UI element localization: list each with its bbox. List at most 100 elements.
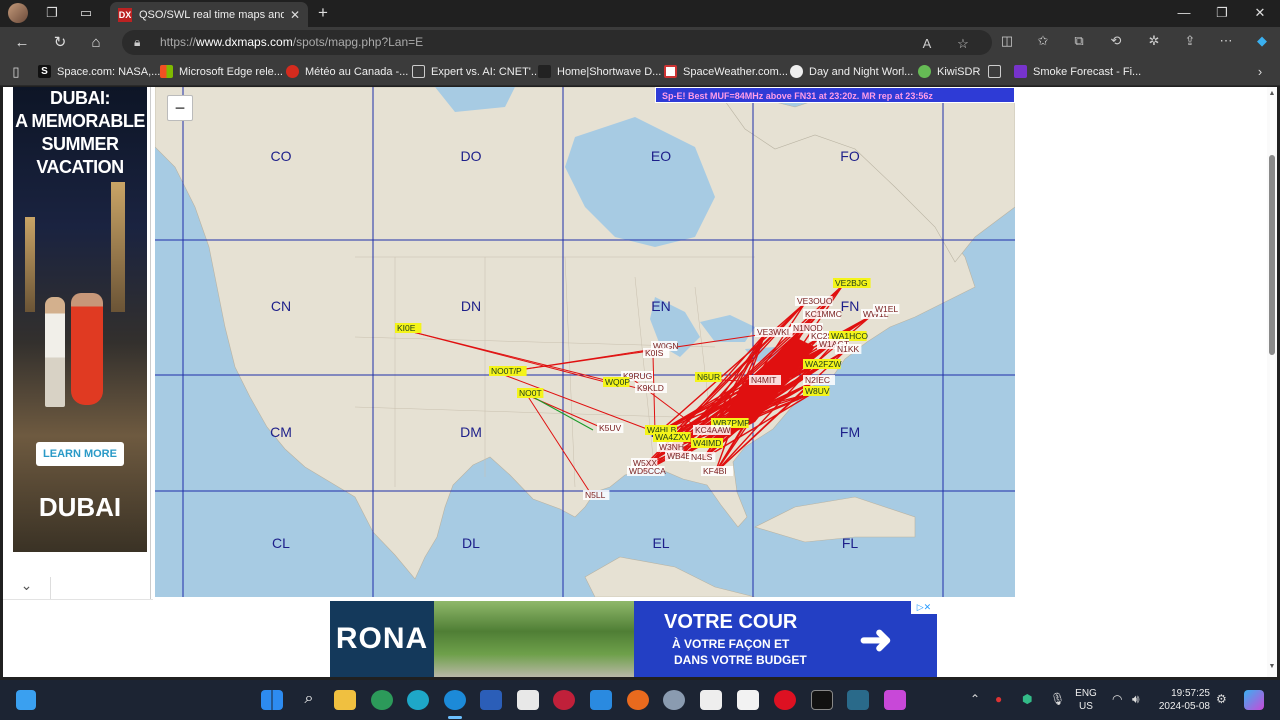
- volume-icon[interactable]: 🔊︎: [1132, 692, 1140, 707]
- tray-app-icon[interactable]: ⬢: [1022, 692, 1032, 706]
- lock-icon[interactable]: 🔒︎: [134, 35, 140, 50]
- dubai-ad[interactable]: DUBAI: A MEMORABLE SUMMER VACATION LEARN…: [13, 87, 147, 552]
- station-label[interactable]: K5UV: [597, 423, 624, 433]
- bookmark-item[interactable]: SpaceWeather.com...: [664, 65, 788, 78]
- system-clock[interactable]: 19:57:25 2024-05-08: [1152, 687, 1210, 713]
- app-icon[interactable]: [884, 690, 906, 710]
- station-label[interactable]: WD5CCA: [627, 466, 666, 476]
- edge-dev-icon[interactable]: [371, 690, 393, 710]
- copilot-icon[interactable]: ◆: [1253, 33, 1271, 49]
- start-icon[interactable]: [261, 690, 283, 710]
- app-icon[interactable]: [737, 690, 759, 710]
- station-label[interactable]: WQ0P: [603, 377, 630, 387]
- station-label[interactable]: N4MIT: [749, 375, 781, 385]
- new-tab-icon[interactable]: +: [318, 3, 328, 23]
- map-canvas[interactable]: CODOEOFOCNDNENFNCMDMEMFMCLDLELFL VE2BJGV…: [155, 87, 1015, 597]
- station-label[interactable]: KC1MMC: [803, 309, 842, 319]
- microphone-icon[interactable]: 🎙︎: [1050, 692, 1065, 706]
- station-label[interactable]: VE3OUO: [795, 296, 833, 306]
- tray-app-icon[interactable]: ●: [995, 692, 1002, 706]
- bookmark-item[interactable]: Expert vs. AI: CNET'...: [412, 65, 540, 78]
- refresh-icon[interactable]: ↻: [50, 33, 70, 53]
- back-icon[interactable]: ←: [12, 33, 32, 53]
- station-label[interactable]: N2IEC: [803, 375, 835, 385]
- bookmark-item[interactable]: Day and Night Worl...: [790, 65, 913, 78]
- settings-gear-icon[interactable]: [663, 690, 685, 710]
- bookmark-item[interactable]: KiwiSDR: [918, 65, 980, 78]
- profile-avatar[interactable]: [8, 3, 28, 23]
- opera-icon[interactable]: [774, 690, 796, 710]
- bookmark-item[interactable]: S Space.com: NASA,...: [38, 65, 160, 78]
- close-tab-icon[interactable]: ✕: [290, 8, 300, 22]
- station-label[interactable]: WB4E: [665, 451, 691, 461]
- dx-map[interactable]: CODOEOFOCNDNENFNCMDMEMFMCLDLELFL VE2BJGV…: [155, 87, 1015, 597]
- bookmark-item[interactable]: Smoke Forecast - Fi...: [1014, 65, 1141, 78]
- app-icon[interactable]: [553, 690, 575, 710]
- chevron-up-icon[interactable]: ⌃: [970, 692, 980, 706]
- station-label[interactable]: W1EL: [873, 304, 900, 314]
- adchoices-icon[interactable]: ▷✕: [911, 601, 937, 614]
- read-aloud-icon[interactable]: A: [918, 36, 936, 51]
- rona-ad[interactable]: RONA VOTRE COUR À VOTRE FAÇON ET DANS VO…: [330, 601, 937, 677]
- favorite-star-icon[interactable]: ☆: [954, 36, 972, 52]
- split-screen-icon[interactable]: ◫: [998, 33, 1016, 49]
- station-label[interactable]: KF4BI: [701, 466, 733, 476]
- copilot-taskbar-icon[interactable]: [1244, 690, 1264, 710]
- station-label[interactable]: KI0E: [395, 323, 422, 333]
- tab-dxmaps[interactable]: DX QSO/SWL real time maps and lis ✕: [110, 2, 308, 27]
- station-label[interactable]: NO0T/P: [489, 366, 527, 376]
- bookmark-item[interactable]: [988, 65, 1007, 78]
- station-label[interactable]: N1KK: [835, 344, 862, 354]
- scroll-up-icon[interactable]: ▲: [1267, 90, 1277, 97]
- learn-more-button[interactable]: LEARN MORE: [36, 442, 124, 466]
- station-label[interactable]: W4IMD: [691, 438, 723, 448]
- workspaces-icon[interactable]: ❐: [44, 5, 60, 21]
- more-menu-icon[interactable]: ⋯: [1217, 33, 1235, 49]
- bookmark-item[interactable]: Home|Shortwave D...: [538, 65, 661, 78]
- notification-icon[interactable]: ⚙: [1216, 692, 1227, 706]
- audio-app-icon[interactable]: [811, 690, 833, 710]
- bookmark-item[interactable]: Météo au Canada -...: [286, 65, 408, 78]
- station-label[interactable]: VE3WKI: [755, 327, 793, 337]
- extensions-icon[interactable]: ✲: [1145, 33, 1163, 49]
- station-label[interactable]: KC4AAW: [693, 425, 731, 435]
- search-icon[interactable]: ⌕: [298, 690, 320, 710]
- page-scrollbar[interactable]: ▲ ▼: [1267, 87, 1277, 677]
- chevron-right-icon[interactable]: ›: [1252, 64, 1268, 80]
- station-label[interactable]: W8UV: [803, 386, 830, 396]
- file-explorer-icon[interactable]: [334, 690, 356, 710]
- station-label[interactable]: N6UR: [695, 372, 722, 382]
- edge-canary-icon[interactable]: [407, 690, 429, 710]
- history-icon[interactable]: ⟲: [1107, 33, 1125, 49]
- share-icon[interactable]: ⇪: [1181, 33, 1199, 49]
- app-icon[interactable]: [847, 690, 869, 710]
- station-label[interactable]: K9KLD: [635, 383, 667, 393]
- store-icon[interactable]: [517, 690, 539, 710]
- edge-icon[interactable]: [444, 690, 466, 710]
- minimize-icon[interactable]: —: [1174, 5, 1194, 20]
- word-icon[interactable]: [480, 690, 502, 710]
- close-window-icon[interactable]: ✕: [1250, 5, 1270, 21]
- url-text[interactable]: https://www.dxmaps.com/spots/mapg.php?La…: [160, 35, 423, 49]
- station-label[interactable]: NO0T: [517, 388, 544, 398]
- widgets-icon[interactable]: [16, 690, 36, 710]
- restore-icon[interactable]: ❐: [1212, 5, 1232, 21]
- wifi-icon[interactable]: ◠: [1112, 692, 1122, 706]
- firefox-icon[interactable]: [627, 690, 649, 710]
- station-label[interactable]: WA2FZW: [803, 359, 842, 369]
- station-label[interactable]: N5LL: [583, 490, 610, 500]
- address-bar[interactable]: 🔒︎ https://www.dxmaps.com/spots/mapg.php…: [122, 30, 992, 55]
- station-label[interactable]: WA4ZXV: [653, 432, 691, 442]
- home-icon[interactable]: ⌂: [86, 33, 106, 53]
- favorites-icon[interactable]: ✩: [1034, 33, 1052, 49]
- collections-icon[interactable]: ⧉: [1070, 33, 1088, 49]
- app-icon[interactable]: [700, 690, 722, 710]
- bookmark-page-icon[interactable]: ▯: [8, 64, 24, 80]
- tab-actions-icon[interactable]: ▭: [78, 5, 94, 21]
- mail-icon[interactable]: [590, 690, 612, 710]
- scroll-thumb[interactable]: [1269, 155, 1275, 355]
- language-indicator[interactable]: ENG US: [1073, 687, 1099, 713]
- chevron-down-icon[interactable]: ⌄: [3, 577, 51, 599]
- zoom-out-button[interactable]: −: [167, 95, 193, 121]
- bookmark-item[interactable]: Microsoft Edge rele...: [160, 65, 283, 78]
